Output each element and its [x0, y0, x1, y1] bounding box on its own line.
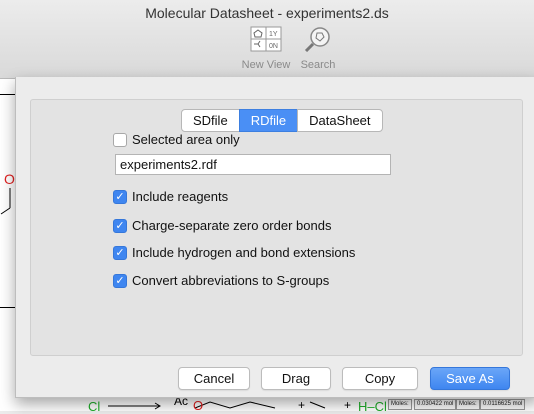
moles-value: 0.0116625 mol	[480, 399, 526, 410]
bond-lines	[0, 188, 11, 215]
svg-text:0N: 0N	[269, 43, 278, 50]
search-icon	[288, 26, 348, 57]
tab-datasheet[interactable]: DataSheet	[297, 109, 383, 132]
convert-abbreviations-option[interactable]: ✓ Convert abbreviations to S-groups	[113, 273, 329, 288]
charge-separate-checkbox[interactable]: ✓	[113, 218, 127, 233]
convert-abbreviations-label: Convert abbreviations to S-groups	[132, 273, 330, 288]
include-hydrogen-checkbox[interactable]: ✓	[113, 245, 127, 260]
cancel-button[interactable]: Cancel	[178, 367, 250, 390]
convert-abbreviations-checkbox[interactable]: ✓	[113, 273, 127, 288]
checkmark-icon: ✓	[115, 275, 125, 287]
plus-sign: +	[344, 398, 352, 412]
search-label: Search	[300, 59, 336, 71]
tab-sdfile[interactable]: SDfile	[181, 109, 240, 132]
format-tabs: SDfile RDfile DataSheet	[181, 109, 383, 132]
new-view-button[interactable]: 1Y 0N New View	[236, 26, 296, 71]
include-reagents-checkbox[interactable]: ✓	[113, 189, 127, 204]
include-reagents-label: Include reagents	[132, 189, 229, 204]
include-hydrogen-label: Include hydrogen and bond extensions	[132, 245, 356, 260]
new-view-label: New View	[241, 59, 291, 71]
save-as-button[interactable]: Save As	[430, 367, 510, 390]
hydrogen-chloride: H–Cl	[358, 399, 387, 414]
checkmark-icon: ✓	[115, 220, 125, 232]
selected-area-only-checkbox[interactable]	[113, 132, 127, 147]
new-view-icon: 1Y 0N	[236, 26, 296, 57]
svg-text:1Y: 1Y	[269, 31, 278, 38]
search-button[interactable]: Search	[288, 26, 348, 71]
filename-field[interactable]: experiments2.rdf	[115, 154, 391, 175]
chlorine-atom: Cl	[88, 399, 101, 414]
plus-sign: +	[298, 398, 306, 412]
checkmark-icon: ✓	[115, 191, 125, 203]
charge-separate-option[interactable]: ✓ Charge-separate zero order bonds	[113, 218, 331, 233]
moles-label: Moles:	[388, 399, 412, 410]
window-titlebar: Molecular Datasheet - experiments2.ds 1Y…	[0, 0, 534, 79]
export-sheet: SDfile RDfile DataSheet	[15, 77, 534, 398]
copy-button[interactable]: Copy	[342, 367, 418, 390]
window-title: Molecular Datasheet - experiments2.ds	[145, 5, 389, 21]
oxygen-atom: O	[4, 171, 15, 187]
selected-area-only-label: Selected area only	[132, 132, 240, 147]
charge-separate-label: Charge-separate zero order bonds	[132, 218, 332, 233]
tab-rdfile[interactable]: RDfile	[238, 109, 299, 132]
moles-value: 0.030422 mol	[414, 399, 457, 410]
include-hydrogen-option[interactable]: ✓ Include hydrogen and bond extensions	[113, 245, 355, 260]
include-reagents-option[interactable]: ✓ Include reagents	[113, 189, 228, 204]
moles-label: Moles:	[456, 399, 480, 410]
selected-area-only-option[interactable]: Selected area only	[113, 132, 240, 147]
drag-button[interactable]: Drag	[261, 367, 331, 390]
checkmark-icon: ✓	[115, 247, 125, 259]
